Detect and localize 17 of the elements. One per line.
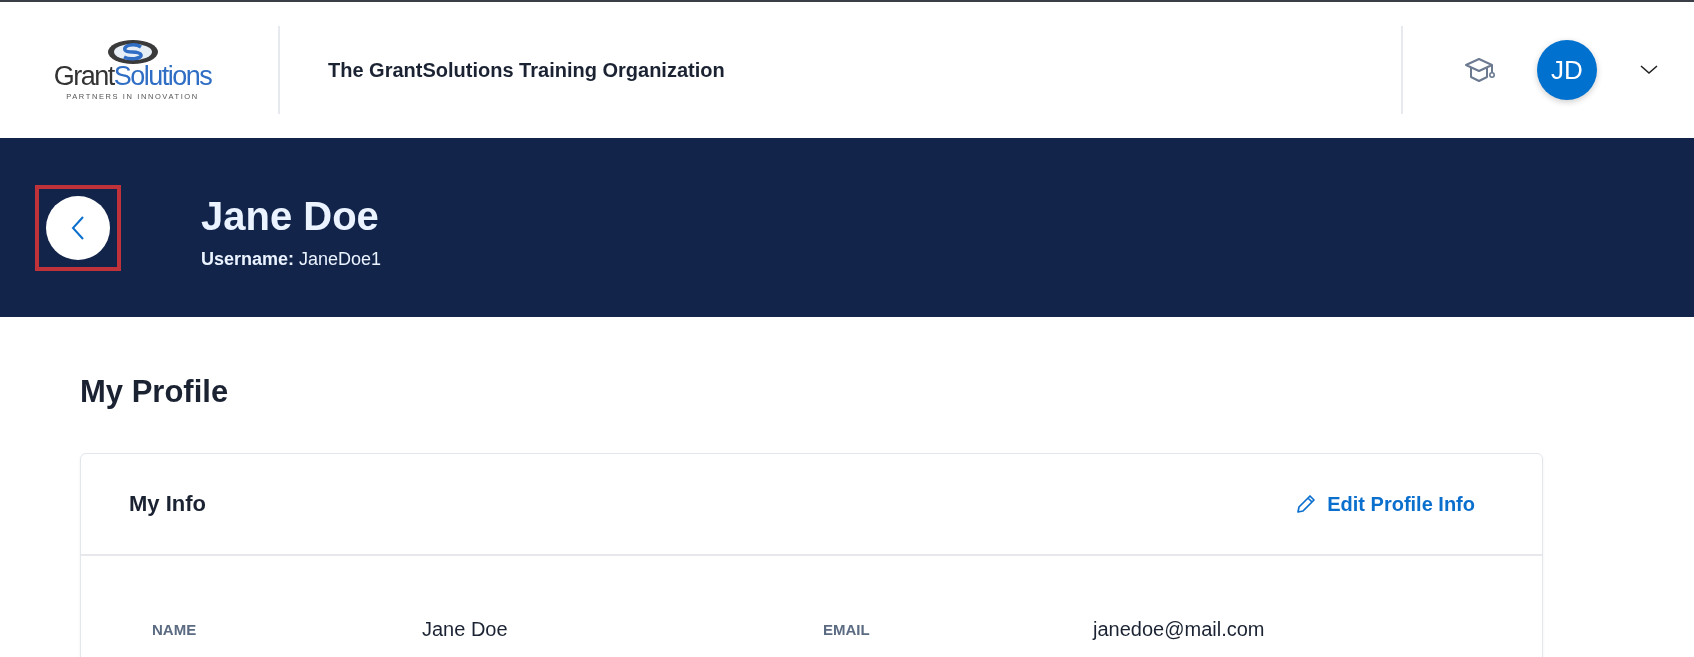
page-title: My Profile <box>80 373 230 411</box>
username-line: Username: JaneDoe1 <box>201 248 382 270</box>
field-label: NAME <box>152 621 198 638</box>
graduation-cap-icon[interactable] <box>1463 55 1497 85</box>
logo-wordmark: GrantSolutions <box>53 63 212 90</box>
field-label: EMAIL <box>823 621 871 638</box>
pencil-icon <box>1295 493 1318 515</box>
organization-name: The GrantSolutions Training Organization <box>328 58 725 82</box>
card-title: My Info <box>129 491 206 517</box>
field-value: janedoe@mail.com <box>1093 618 1265 641</box>
field-value: Jane Doe <box>422 618 508 641</box>
edit-profile-link[interactable]: Edit Profile Info <box>1295 492 1475 516</box>
user-name: Jane Doe <box>201 193 380 239</box>
chevron-left-icon <box>71 214 85 241</box>
chevron-down-icon[interactable] <box>1640 65 1658 75</box>
user-avatar[interactable]: JD <box>1537 40 1597 100</box>
logo-swirl-icon <box>106 39 159 65</box>
